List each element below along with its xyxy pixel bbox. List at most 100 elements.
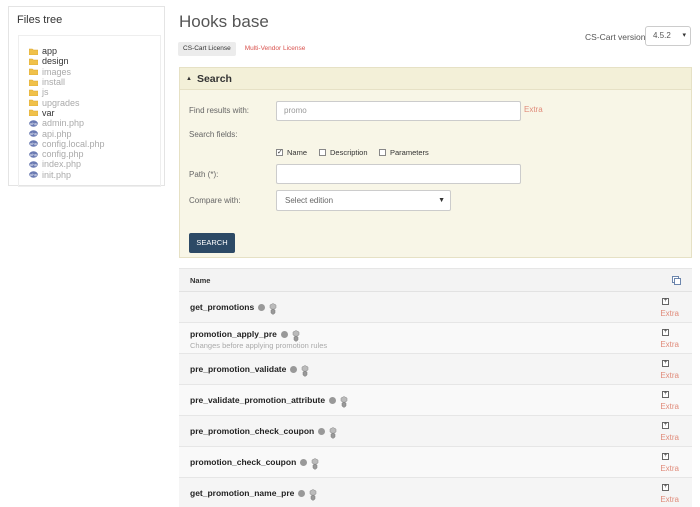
status-dot-icon bbox=[329, 396, 337, 404]
hook-name-link[interactable]: pre_promotion_validate bbox=[190, 363, 310, 377]
checkbox-checked-icon: ✓ bbox=[276, 149, 283, 156]
files-tree-title: Files tree bbox=[17, 14, 63, 26]
tree-item-images[interactable]: images bbox=[19, 67, 160, 77]
tree-item-admin-php[interactable]: php admin.php bbox=[19, 118, 160, 128]
results-table: Name get_promotions + Extra promotion_apply… bbox=[179, 268, 692, 507]
hook-name: promotion_apply_pre bbox=[190, 329, 277, 339]
version-select[interactable]: 4.5.2 ▾ bbox=[645, 26, 691, 46]
addon-hook-icon bbox=[269, 303, 277, 315]
license-tabs: CS-Cart License Multi-Vendor License bbox=[178, 42, 310, 56]
tree-item-init-php[interactable]: php init.php bbox=[19, 170, 160, 180]
tree-item-app[interactable]: app bbox=[19, 46, 160, 56]
page-title: Hooks base bbox=[179, 12, 269, 31]
expand-plus-icon[interactable]: + bbox=[662, 453, 669, 460]
row-extra-link[interactable]: Extra bbox=[660, 371, 679, 380]
files-tree-panel: Files tree app design images install js … bbox=[8, 6, 165, 187]
php-file-icon: php bbox=[29, 140, 38, 148]
checkbox-name[interactable]: ✓ Name bbox=[276, 148, 307, 157]
row-extra-link[interactable]: Extra bbox=[660, 340, 679, 349]
row-extra-link[interactable]: Extra bbox=[660, 309, 679, 318]
search-panel-header[interactable]: ▲ Search bbox=[180, 68, 691, 90]
folder-icon bbox=[29, 79, 38, 86]
hook-name-link[interactable]: get_promotions bbox=[190, 301, 278, 315]
checkbox-unchecked-icon bbox=[319, 149, 326, 156]
hook-name-link[interactable]: pre_validate_promotion_attribute bbox=[190, 394, 349, 408]
search-panel-title: Search bbox=[196, 72, 232, 85]
php-file-icon: php bbox=[29, 150, 38, 158]
folder-icon bbox=[29, 48, 38, 55]
chevron-down-icon: ▼ bbox=[438, 197, 445, 204]
expand-plus-icon[interactable]: + bbox=[662, 484, 669, 491]
addon-hook-icon bbox=[329, 427, 337, 439]
tree-item-index-php[interactable]: php index.php bbox=[19, 159, 160, 169]
tree-item-label: app bbox=[42, 46, 58, 57]
tree-item-label: var bbox=[42, 107, 55, 118]
hook-name: pre_promotion_check_coupon bbox=[190, 426, 315, 436]
table-row: promotion_check_coupon + Extra bbox=[179, 447, 692, 478]
hook-name: get_promotion_name_pre bbox=[190, 488, 295, 498]
status-dot-icon bbox=[300, 458, 308, 466]
status-dot-icon bbox=[290, 365, 298, 373]
row-extra-link[interactable]: Extra bbox=[660, 402, 679, 411]
tree-item-var[interactable]: var bbox=[19, 108, 160, 118]
addon-hook-icon bbox=[312, 458, 319, 470]
tree-item-label: images bbox=[42, 66, 72, 77]
checkbox-unchecked-icon bbox=[379, 149, 386, 156]
chevron-up-icon: ▲ bbox=[186, 75, 192, 82]
path-input[interactable] bbox=[276, 164, 521, 184]
find-results-input[interactable]: promo bbox=[276, 101, 521, 121]
status-dot-icon bbox=[298, 489, 306, 497]
path-label: Path (*): bbox=[189, 170, 219, 179]
addon-hook-icon bbox=[340, 396, 348, 408]
copy-icon[interactable] bbox=[672, 276, 681, 285]
row-extra-link[interactable]: Extra bbox=[660, 495, 679, 504]
row-extra-link[interactable]: Extra bbox=[660, 464, 679, 473]
hook-name: promotion_check_coupon bbox=[190, 457, 297, 467]
hook-name: pre_promotion_validate bbox=[190, 364, 287, 374]
checkbox-label: Description bbox=[330, 148, 368, 157]
checkbox-parameters[interactable]: Parameters bbox=[379, 148, 429, 157]
expand-plus-icon[interactable]: + bbox=[662, 391, 669, 398]
expand-plus-icon[interactable]: + bbox=[662, 329, 669, 336]
find-extra-link[interactable]: Extra bbox=[524, 105, 543, 114]
tree-item-config-php[interactable]: php config.php bbox=[19, 149, 160, 159]
table-row: pre_promotion_check_coupon + Extra bbox=[179, 416, 692, 447]
find-results-label: Find results with: bbox=[189, 106, 250, 115]
hook-description: Changes before applying promotion rules bbox=[190, 341, 328, 350]
folder-icon bbox=[29, 89, 38, 96]
svg-text:php: php bbox=[30, 132, 37, 136]
tree-item-label: index.php bbox=[42, 159, 82, 170]
search-button[interactable]: SEARCH bbox=[189, 233, 235, 253]
hook-name-link[interactable]: get_promotion_name_pre bbox=[190, 487, 318, 501]
table-row: pre_validate_promotion_attribute + Extra bbox=[179, 385, 692, 416]
hook-name-link[interactable]: promotion_apply_pre bbox=[190, 328, 301, 342]
tree-item-upgrades[interactable]: upgrades bbox=[19, 97, 160, 108]
hook-name: pre_validate_promotion_attribute bbox=[190, 395, 326, 405]
folder-icon bbox=[29, 110, 38, 117]
hook-name-link[interactable]: promotion_check_coupon bbox=[190, 456, 320, 470]
tree-item-design[interactable]: design bbox=[19, 56, 160, 66]
folder-icon bbox=[29, 99, 38, 107]
checkbox-description[interactable]: Description bbox=[319, 148, 368, 157]
tree-item-config-local-php[interactable]: php config.local.php bbox=[19, 139, 160, 149]
table-row: pre_promotion_validate + Extra bbox=[179, 354, 692, 385]
tree-item-js[interactable]: js bbox=[19, 87, 160, 97]
hook-name-link[interactable]: pre_promotion_check_coupon bbox=[190, 425, 338, 439]
search-fields-label: Search fields: bbox=[189, 130, 238, 139]
compare-edition-select[interactable]: Select edition ▼ bbox=[276, 190, 451, 211]
svg-text:php: php bbox=[30, 122, 37, 126]
tab-multi-vendor-license[interactable]: Multi-Vendor License bbox=[240, 42, 311, 56]
version-label: CS-Cart version: bbox=[585, 32, 648, 42]
expand-plus-icon[interactable]: + bbox=[662, 360, 669, 367]
tree-item-label: install bbox=[42, 77, 66, 88]
tree-item-install[interactable]: install bbox=[19, 77, 160, 87]
version-value: 4.5.2 bbox=[653, 31, 671, 40]
compare-with-label: Compare with: bbox=[189, 196, 241, 205]
expand-plus-icon[interactable]: + bbox=[662, 422, 669, 429]
row-extra-link[interactable]: Extra bbox=[660, 433, 679, 442]
tab-cs-cart-license[interactable]: CS-Cart License bbox=[178, 42, 236, 56]
table-row: get_promotions + Extra bbox=[179, 292, 692, 323]
tree-item-api-php[interactable]: php api.php bbox=[19, 128, 160, 139]
chevron-down-icon: ▾ bbox=[682, 32, 686, 39]
expand-plus-icon[interactable]: + bbox=[662, 298, 669, 305]
